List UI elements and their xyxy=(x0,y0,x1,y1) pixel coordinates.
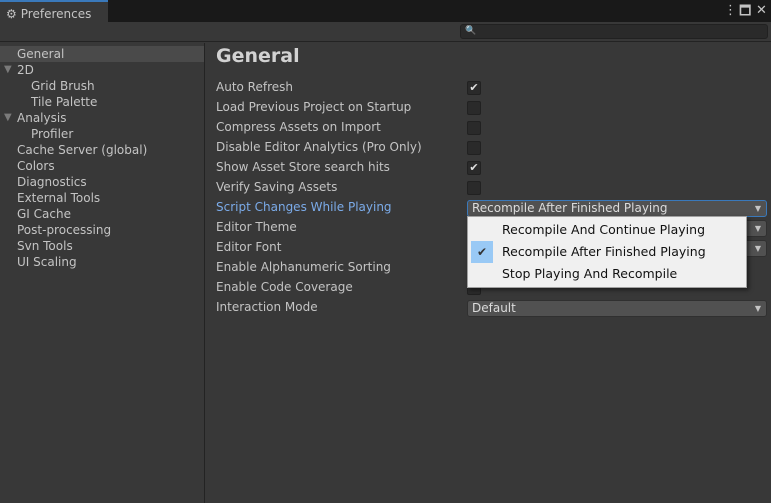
expand-triangle-icon[interactable]: ▼ xyxy=(4,110,12,126)
sidebar-item-profiler[interactable]: Profiler xyxy=(0,126,204,142)
chevron-down-icon: ▼ xyxy=(754,204,761,213)
sidebar-item-svn-tools[interactable]: Svn Tools xyxy=(0,238,204,254)
sidebar-item-label: Grid Brush xyxy=(31,79,95,93)
sidebar-item-colors[interactable]: Colors xyxy=(0,158,204,174)
dropdown-value: Recompile After Finished Playing xyxy=(472,201,668,215)
sidebar: General ▼ 2D Grid Brush Tile Palette ▼ Analysi… xyxy=(0,43,205,503)
setting-label: Interaction Mode xyxy=(216,300,318,314)
popup-option[interactable]: Stop Playing And Recompile xyxy=(468,263,746,285)
more-icon[interactable]: ⋮ xyxy=(724,3,737,18)
setting-row: Auto Refresh ✔ xyxy=(216,78,771,98)
expand-triangle-icon[interactable]: ▼ xyxy=(4,62,12,78)
sidebar-item-gi-cache[interactable]: GI Cache xyxy=(0,206,204,222)
setting-checkbox[interactable]: ✔ xyxy=(467,161,481,175)
setting-checkbox[interactable] xyxy=(467,121,481,135)
sidebar-item-cache-server-global[interactable]: Cache Server (global) xyxy=(0,142,204,158)
search-input[interactable]: 🔍 xyxy=(460,24,768,39)
page-title: General xyxy=(216,45,300,67)
setting-label: Enable Code Coverage xyxy=(216,280,353,294)
option-label: Recompile After Finished Playing xyxy=(502,244,706,259)
sidebar-item-post-processing[interactable]: Post-processing xyxy=(0,222,204,238)
setting-row: Show Asset Store search hits ✔ xyxy=(216,158,771,178)
setting-row: Disable Editor Analytics (Pro Only) xyxy=(216,138,771,158)
sidebar-item-tile-palette[interactable]: Tile Palette xyxy=(0,94,204,110)
close-icon[interactable]: ✕ xyxy=(756,3,767,18)
setting-label: Editor Font xyxy=(216,240,282,254)
setting-label: Show Asset Store search hits xyxy=(216,160,390,174)
gear-icon: ⚙ xyxy=(6,6,17,21)
sidebar-item-label: Colors xyxy=(17,159,55,173)
sidebar-item-label: UI Scaling xyxy=(17,255,77,269)
sidebar-item-label: Tile Palette xyxy=(31,95,98,109)
setting-row: Verify Saving Assets xyxy=(216,178,771,198)
sidebar-item-general[interactable]: General xyxy=(0,46,204,62)
tab-title: Preferences xyxy=(20,6,92,21)
check-icon: ✔ xyxy=(471,241,493,263)
setting-label: Auto Refresh xyxy=(216,80,293,94)
setting-row: Script Changes While Playing Recompile Af… xyxy=(216,198,771,218)
chevron-down-icon: ▼ xyxy=(754,304,761,313)
tab-bar: ⚙ Preferences ⋮ 🗖 ✕ xyxy=(0,0,771,22)
setting-label: Load Previous Project on Startup xyxy=(216,100,412,114)
sidebar-item-label: Svn Tools xyxy=(17,239,73,253)
popup-option[interactable]: ✔ Recompile After Finished Playing xyxy=(468,241,746,263)
dropdown-popup: Recompile And Continue Playing ✔ Recompile… xyxy=(467,216,747,288)
setting-row: Compress Assets on Import xyxy=(216,118,771,138)
setting-checkbox[interactable] xyxy=(467,141,481,155)
sidebar-item-label: GI Cache xyxy=(17,207,71,221)
sidebar-item-label: Diagnostics xyxy=(17,175,87,189)
sidebar-item-analysis[interactable]: ▼ Analysis xyxy=(0,110,204,126)
sidebar-item-diagnostics[interactable]: Diagnostics xyxy=(0,174,204,190)
setting-dropdown[interactable]: Recompile After Finished Playing ▼ xyxy=(467,200,767,217)
sidebar-item-label: External Tools xyxy=(17,191,101,205)
popup-option[interactable]: Recompile And Continue Playing xyxy=(468,219,746,241)
tab-preferences[interactable]: ⚙ Preferences xyxy=(0,0,108,22)
chevron-down-icon: ▼ xyxy=(754,244,761,253)
setting-label: Script Changes While Playing xyxy=(216,200,392,214)
setting-label: Compress Assets on Import xyxy=(216,120,381,134)
setting-label: Enable Alphanumeric Sorting xyxy=(216,260,391,274)
option-label: Stop Playing And Recompile xyxy=(502,266,678,281)
setting-row: Interaction Mode Default ▼ xyxy=(216,298,771,318)
option-label: Recompile And Continue Playing xyxy=(502,222,706,237)
setting-label: Verify Saving Assets xyxy=(216,180,338,194)
sidebar-item-label: Profiler xyxy=(31,127,74,141)
sidebar-item-label: Post-processing xyxy=(17,223,112,237)
maximize-icon[interactable]: 🗖 xyxy=(739,2,751,24)
sidebar-item-grid-brush[interactable]: Grid Brush xyxy=(0,78,204,94)
search-icon: 🔍 xyxy=(465,26,477,36)
sidebar-item-ui-scaling[interactable]: UI Scaling xyxy=(0,254,204,270)
setting-row: Load Previous Project on Startup xyxy=(216,98,771,118)
setting-checkbox[interactable]: ✔ xyxy=(467,81,481,95)
sidebar-item-label: 2D xyxy=(17,63,34,77)
sidebar-item-label: Cache Server (global) xyxy=(17,143,148,157)
sidebar-item-label: General xyxy=(17,47,65,61)
sidebar-item-external-tools[interactable]: External Tools xyxy=(0,190,204,206)
setting-dropdown[interactable]: Default ▼ xyxy=(467,300,767,317)
setting-checkbox[interactable] xyxy=(467,181,481,195)
setting-checkbox[interactable] xyxy=(467,101,481,115)
sidebar-item-label: Analysis xyxy=(17,111,67,125)
toolbar: 🔍 xyxy=(0,22,771,42)
sidebar-item-2d[interactable]: ▼ 2D xyxy=(0,62,204,78)
dropdown-value: Default xyxy=(472,301,516,315)
setting-label: Editor Theme xyxy=(216,220,297,234)
chevron-down-icon: ▼ xyxy=(754,224,761,233)
setting-label: Disable Editor Analytics (Pro Only) xyxy=(216,140,422,154)
